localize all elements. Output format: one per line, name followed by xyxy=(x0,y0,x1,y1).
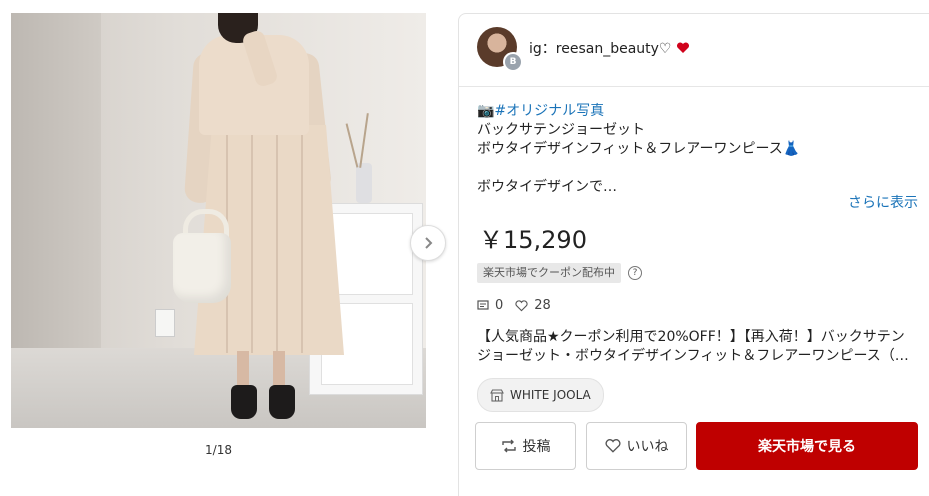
photo-vase xyxy=(356,163,372,203)
username[interactable]: ig：reesan_beauty♡ xyxy=(529,41,671,57)
post-button[interactable]: 投稿 xyxy=(475,422,576,470)
like-button[interactable]: いいね xyxy=(586,422,687,470)
photo-stem xyxy=(345,123,359,168)
comment-count: 0 xyxy=(495,298,504,313)
product-photo[interactable] xyxy=(11,13,426,428)
photo-outlet xyxy=(155,309,175,337)
like-count: 28 xyxy=(534,298,551,313)
price: ￥15,290 xyxy=(479,226,587,254)
user-badge-icon: B xyxy=(503,52,523,72)
hashtag-link[interactable]: 📷#オリジナル写真 xyxy=(477,100,604,120)
title-line-2: ボウタイデザインフィット＆フレアーワンピース👗 xyxy=(477,141,801,157)
shop-name[interactable]: WHITE JOOLA xyxy=(510,388,591,402)
shop-icon xyxy=(490,388,504,402)
item-description[interactable]: 【人気商品★クーポン利用で20%OFF！】【再入荷！】バックサテンジョーゼット・… xyxy=(477,328,917,366)
post-button-label: 投稿 xyxy=(522,439,551,455)
chevron-right-icon xyxy=(425,237,433,249)
photo-pleat xyxy=(301,128,303,353)
title-line-4: ボウタイデザインで… xyxy=(477,179,617,195)
comment-icon xyxy=(477,299,489,310)
photo-pleat xyxy=(276,128,278,353)
help-icon[interactable]: ? xyxy=(628,266,642,280)
repost-icon xyxy=(501,439,516,453)
photo-pleat xyxy=(251,128,253,353)
show-more-link[interactable]: さらに表示 xyxy=(848,192,918,212)
heart-outline-icon xyxy=(515,299,528,311)
post-header: B ig：reesan_beauty♡ xyxy=(459,14,929,87)
heart-icon xyxy=(676,42,689,53)
next-image-button[interactable] xyxy=(410,225,446,261)
shop-chip[interactable]: WHITE JOOLA xyxy=(477,378,604,412)
post-stats: 0 28 xyxy=(477,298,551,313)
photo-bag xyxy=(173,233,231,303)
like-button-label: いいね xyxy=(626,439,669,455)
coupon-badge: 楽天市場でクーポン配布中 xyxy=(477,263,621,283)
username-row[interactable]: ig：reesan_beauty♡ xyxy=(529,38,690,58)
image-counter: 1/18 xyxy=(205,443,232,457)
post-detail-panel: B ig：reesan_beauty♡ 📷#オリジナル写真 バックサテンジョーゼ… xyxy=(458,13,929,496)
view-on-rakuten-button[interactable]: 楽天市場で見る xyxy=(696,422,918,470)
photo-stem xyxy=(359,113,369,168)
title-line-1: バックサテンジョーゼット xyxy=(477,122,645,138)
photo-shoe xyxy=(269,385,295,419)
photo-shoe xyxy=(231,385,257,419)
image-gallery: 1/18 xyxy=(0,0,446,482)
heart-outline-icon xyxy=(605,439,620,453)
